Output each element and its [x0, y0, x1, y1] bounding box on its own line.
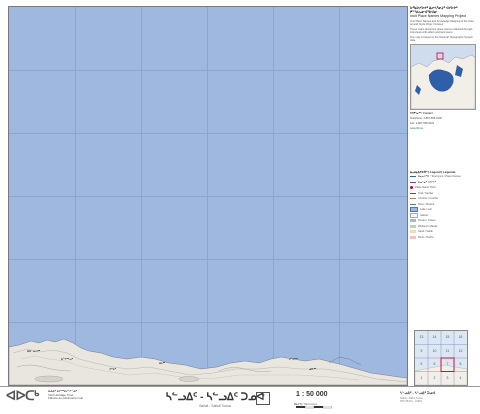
index-cell: 3 [446, 376, 449, 380]
coastline-land [9, 338, 407, 385]
scale-bar [296, 406, 332, 409]
organization-logo: ᐊᐅᑕᒃ [6, 388, 39, 403]
sidebar-paragraph: The map is based on the National Topogra… [410, 36, 473, 42]
index-cell: 6 [433, 362, 436, 366]
map-scale: 1 : 50 000 [296, 391, 328, 398]
footer-divider [0, 386, 480, 387]
legend-swatch [410, 219, 416, 223]
sidebar-title: ᐅᖃᐅᓯᐅᔪᑦ ᐃᓕᓴᕐᓂᒧᑦ ᐊᓯᐅᔨᑦ ᑭᓐᖑᕆᓂᐊᕐᕕᐊᓂ [410, 6, 458, 14]
sheet-index-map: 13 14 15 16 9 10 11 12 5 6 7 8 1 2 3 4 [414, 330, 468, 386]
index-cell: 10 [432, 349, 437, 353]
footer-sheet-title: ᓴᓪᓗᐃᑦ - ᓴᓪᓗᐃᑦ ᑐᓄᐊ [400, 391, 436, 395]
legend-swatch [410, 198, 416, 200]
index-cell: 8 [459, 362, 462, 366]
index-cell: 12 [458, 349, 463, 353]
contact-title: ᑎᑎᕋᕐᓂᖅ / Contact [410, 112, 433, 115]
legend-swatch [410, 192, 416, 194]
index-cell: 14 [432, 335, 437, 339]
legend-swatch [410, 203, 416, 205]
place-label: ᑲᖏᖅᖢᒃ [61, 357, 73, 361]
footer-sheet-info: Salluit - Salluit Tunua NTS 35J/14 · ©20… [400, 397, 423, 403]
contact-web-link[interactable]: www.ihti.ca [410, 127, 476, 130]
sheet-number: 7 [256, 392, 270, 405]
index-cell: 16 [458, 335, 463, 339]
index-cell: 7 [446, 362, 449, 366]
sidebar-paragraph: These maps document place names collecte… [410, 28, 473, 34]
place-label: ᐃᒪᖅ [159, 361, 166, 365]
place-label: ᐃᑲᓪᓗᐊᖅ [27, 349, 41, 353]
index-cell: 5 [420, 362, 423, 366]
legend-swatch [410, 186, 413, 190]
place-label: ᓄᕗᖅ [309, 367, 317, 371]
legend-swatch [410, 235, 416, 239]
legend-swatch [410, 176, 416, 178]
map-frame[interactable]: ᐃᑲᓪᓗᐊᖅ ᑲᖏᖅᖢᒃ ᐊᕐᕕᑦ ᐃᒪᖅ ᓯᓪᓕᖅ ᓄᕗᖅ [8, 6, 408, 386]
legend-swatch [410, 230, 416, 234]
legend-swatch [410, 212, 418, 218]
index-cell: 2 [433, 376, 436, 380]
organization-name: ᐃᓄᐃᑦ ᐃᓕᖅᑯᓯᖏᓐᓄᑦ Inuit Heritage Trust Fidu… [48, 389, 84, 401]
legend-swatch [410, 181, 416, 183]
legend-swatch [410, 207, 418, 213]
place-label: ᓯᓪᓕᖅ [289, 357, 298, 361]
index-cell: 11 [445, 349, 450, 353]
index-cell: 13 [419, 335, 424, 339]
sidebar-subtitle: Inuit Place Names Mapping Project [410, 14, 467, 18]
legend-swatch [410, 224, 416, 228]
legend: ᐃᓂᓕᐅᕐᑕ / Toponyms / Place Names ᐃᓄᖕᓂᒃ ᐊᑎ… [410, 174, 476, 240]
contact-phone: Telephone: 1-867-555-0100 [410, 117, 442, 120]
contact-fax: Fax: 1-867-555-0101 [410, 122, 435, 125]
index-cell: 15 [445, 335, 450, 339]
inset-map-graphic [411, 45, 475, 109]
map-sidebar: ᐅᖃᐅᓯᐅᔪᑦ ᐃᓕᓴᕐᓂᒧᑦ ᐊᓯᐅᔨᑦ ᑭᓐᖑᕆᓂᐊᕐᕕᐊᓂ Inuit P… [410, 6, 476, 384]
sidebar-paragraph: Inuit Place Names and Knowledge Mapping … [410, 20, 474, 26]
index-cell: 9 [420, 349, 423, 353]
legend-item: Rock / Roche [410, 235, 476, 241]
index-cell: 4 [459, 376, 462, 380]
location-inset-map [410, 44, 476, 110]
index-cell: 1 [420, 376, 423, 380]
place-label: ᐊᕐᕕᑦ [109, 367, 116, 371]
